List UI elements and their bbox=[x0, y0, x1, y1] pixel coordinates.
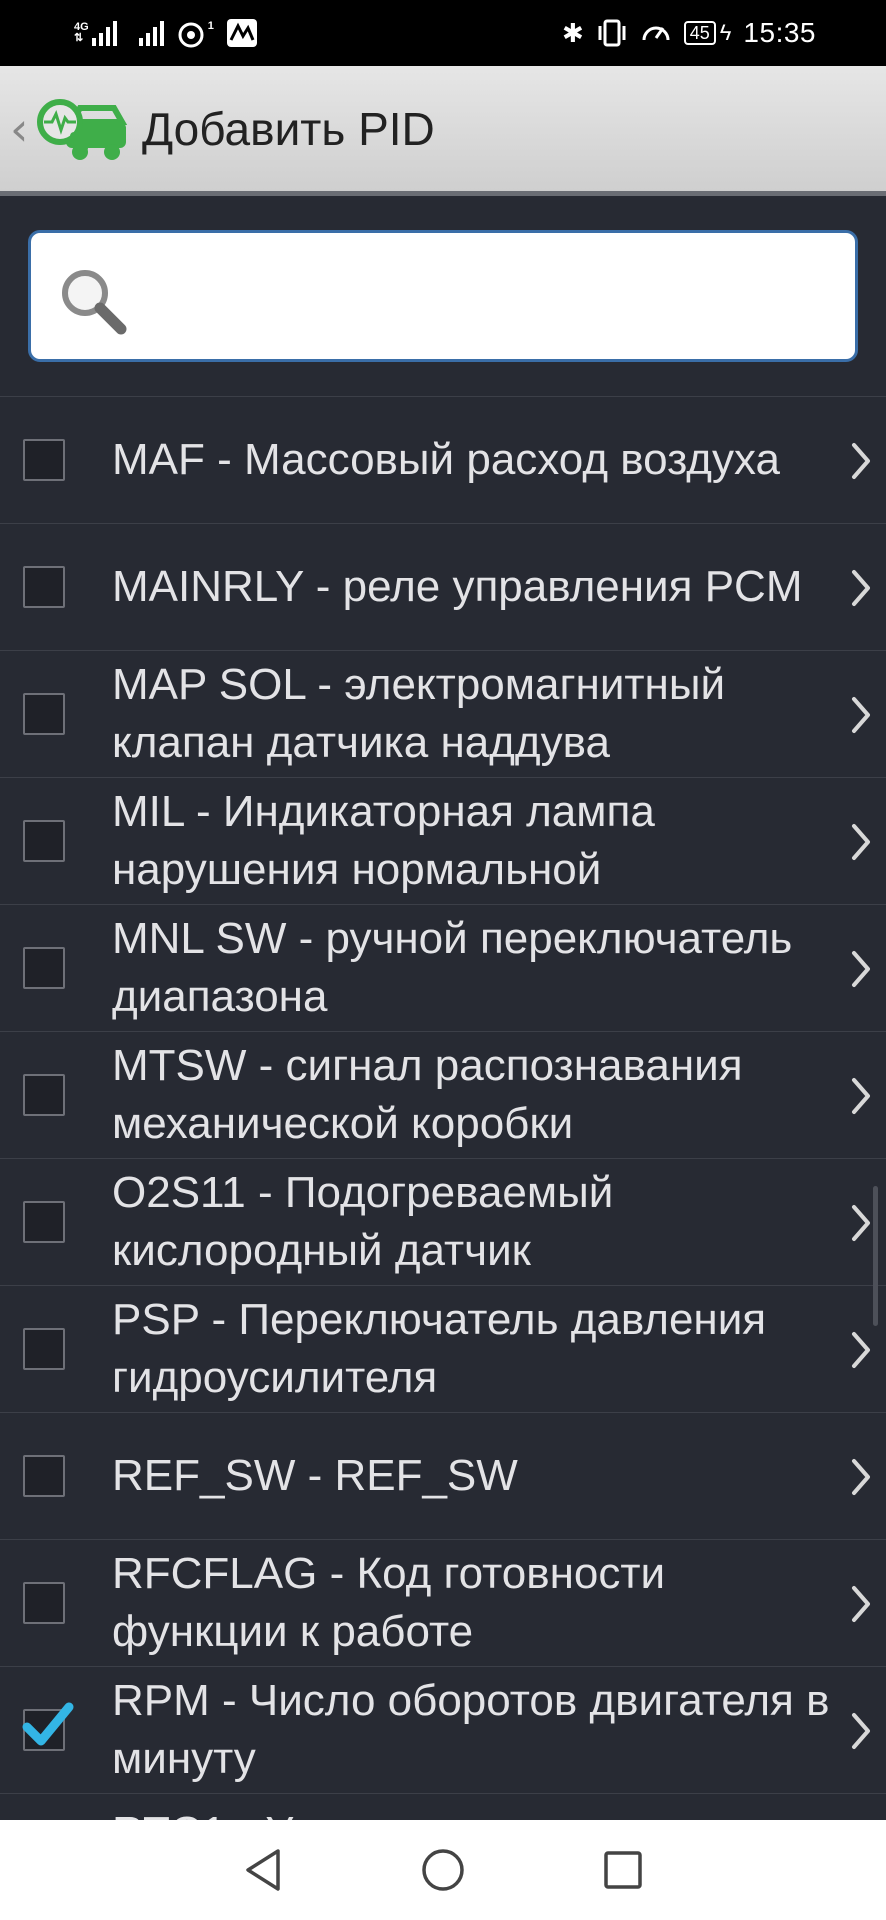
square-recents-icon bbox=[604, 1851, 642, 1889]
list-item-label: MAP SOL - электромагнитный клапан датчик… bbox=[112, 660, 726, 767]
list-item[interactable]: MTSW - сигнал распознавания механической… bbox=[0, 1031, 886, 1158]
signal-4g-icon: 4G ⇅ bbox=[74, 20, 117, 46]
chevron-right-icon[interactable] bbox=[850, 822, 872, 862]
chevron-right-icon[interactable] bbox=[850, 1584, 872, 1624]
app-logo-icon[interactable] bbox=[34, 92, 128, 166]
list-item-label: MIL - Индикаторная лампа нарушения норма… bbox=[112, 787, 655, 894]
bluetooth-icon: ✱ bbox=[561, 17, 584, 48]
checkbox[interactable] bbox=[23, 1582, 65, 1624]
list-item-label: REF_SW - REF_SW bbox=[112, 1451, 518, 1500]
page-title: Добавить PID bbox=[142, 102, 435, 155]
app-notification-icon bbox=[226, 19, 257, 47]
checkmark-icon bbox=[22, 1702, 74, 1746]
list-divider bbox=[0, 1793, 886, 1794]
action-bar: ‹ Добавить PID bbox=[0, 66, 886, 196]
list-item[interactable]: MNL SW - ручной переключатель диапазона bbox=[0, 904, 886, 1031]
status-right: ✱ 45 ϟ 15:35 bbox=[562, 17, 816, 49]
list-item[interactable]: O2S11 - Подогреваемый кислородный датчик bbox=[0, 1158, 886, 1285]
back-chevron-icon[interactable]: ‹ bbox=[10, 102, 32, 156]
checkbox[interactable] bbox=[23, 566, 65, 608]
status-left: 4G ⇅ 1 bbox=[74, 18, 258, 48]
triangle-back-icon bbox=[246, 1849, 280, 1891]
checkbox[interactable] bbox=[23, 1074, 65, 1116]
list-item[interactable]: MAINRLY - реле управления PCM bbox=[0, 523, 886, 650]
hotspot-sup: 1 bbox=[207, 19, 214, 32]
list-item-label: MTSW - сигнал распознавания механической… bbox=[112, 1041, 743, 1148]
nav-home-button[interactable] bbox=[413, 1840, 473, 1900]
list-item-label: RPM - Число оборотов двигателя в минуту bbox=[112, 1676, 830, 1783]
chevron-right-icon[interactable] bbox=[850, 949, 872, 989]
checkbox[interactable] bbox=[23, 439, 65, 481]
chevron-right-icon[interactable] bbox=[850, 568, 872, 608]
search-icon bbox=[62, 270, 127, 335]
signal-icon bbox=[138, 20, 164, 46]
clock: 15:35 bbox=[743, 17, 816, 48]
chevron-right-icon[interactable] bbox=[850, 1711, 872, 1751]
chevron-right-icon[interactable] bbox=[850, 1076, 872, 1116]
network-arrows: ⇅ bbox=[74, 32, 84, 44]
nav-back-button[interactable] bbox=[233, 1840, 293, 1900]
speed-icon bbox=[642, 26, 670, 41]
charging-icon: ϟ bbox=[719, 20, 732, 45]
circle-home-icon bbox=[422, 1849, 464, 1891]
list-item-label: MAF - Массовый расход воздуха bbox=[112, 435, 780, 484]
chevron-right-icon[interactable] bbox=[850, 1457, 872, 1497]
list-item[interactable]: PSP - Переключатель давления гидроусилит… bbox=[0, 1285, 886, 1412]
nav-recents-button[interactable] bbox=[593, 1840, 653, 1900]
chevron-right-icon[interactable] bbox=[850, 695, 872, 735]
battery-icon: 45 bbox=[683, 21, 716, 45]
hotspot-icon bbox=[178, 22, 204, 48]
chevron-right-icon[interactable] bbox=[850, 441, 872, 481]
partial-list-item: RTC1 - У bbox=[112, 1808, 293, 1820]
list-item[interactable]: MIL - Индикаторная лампа нарушения норма… bbox=[0, 777, 886, 904]
status-bar: 4G ⇅ 1 ✱ 45 ϟ 15:35 bbox=[0, 0, 886, 66]
scrollbar[interactable] bbox=[873, 1186, 878, 1326]
chevron-right-icon[interactable] bbox=[850, 1203, 872, 1243]
checkbox[interactable] bbox=[23, 1328, 65, 1370]
list-item[interactable]: RPM - Число оборотов двигателя в минуту bbox=[0, 1666, 886, 1793]
checkbox[interactable] bbox=[23, 947, 65, 989]
list-item-label: MAINRLY - реле управления PCM bbox=[112, 562, 803, 611]
checkbox[interactable] bbox=[23, 1201, 65, 1243]
list-item[interactable]: REF_SW - REF_SW bbox=[0, 1412, 886, 1539]
checkbox[interactable] bbox=[23, 1455, 65, 1497]
search-box[interactable] bbox=[28, 230, 858, 362]
list-item-label: MNL SW - ручной переключатель диапазона bbox=[112, 914, 793, 1021]
list-item[interactable]: MAF - Массовый расход воздуха bbox=[0, 396, 886, 523]
pid-list[interactable]: MAF - Массовый расход воздуха MAINRLY - р… bbox=[0, 396, 886, 1820]
list-item-label: PSP - Переключатель давления гидроусилит… bbox=[112, 1295, 767, 1402]
list-item-label: O2S11 - Подогреваемый кислородный датчик bbox=[112, 1168, 614, 1275]
checkbox[interactable] bbox=[23, 693, 65, 735]
checkbox-checked[interactable] bbox=[22, 1702, 74, 1751]
list-item[interactable]: MAP SOL - электромагнитный клапан датчик… bbox=[0, 650, 886, 777]
list-item[interactable]: RFCFLAG - Код готовности функции к работ… bbox=[0, 1539, 886, 1666]
chevron-right-icon[interactable] bbox=[850, 1330, 872, 1370]
list-item-label: RFCFLAG - Код готовности функции к работ… bbox=[112, 1549, 666, 1656]
checkbox[interactable] bbox=[23, 820, 65, 862]
navigation-bar bbox=[0, 1820, 886, 1920]
vibrate-icon bbox=[598, 19, 626, 47]
search-input[interactable] bbox=[141, 233, 841, 359]
